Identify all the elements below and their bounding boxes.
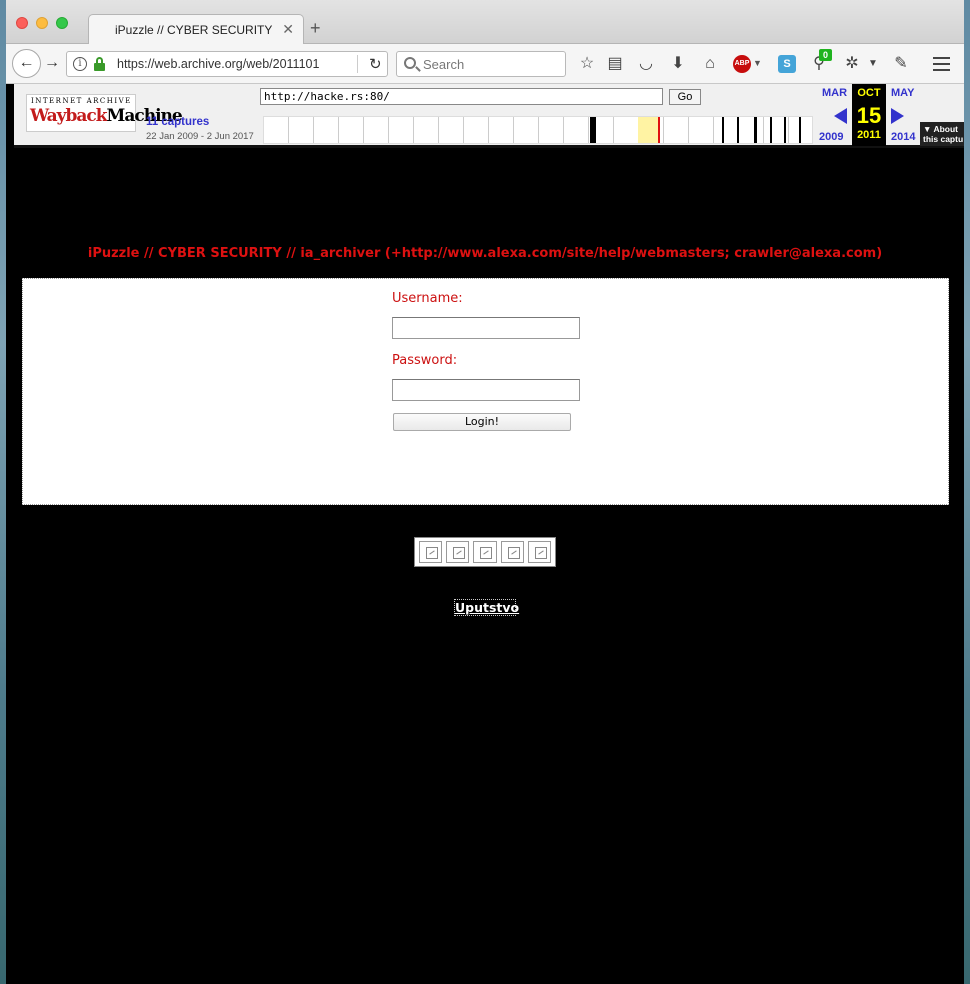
extension-dropdown-icon[interactable]: ▼	[863, 54, 883, 74]
lock-icon	[94, 57, 105, 71]
wayback-toolbar: INTERNET ARCHIVE WaybackMachine 11 captu…	[14, 84, 964, 148]
bookmark-star-icon[interactable]: ☆	[577, 54, 597, 74]
username-label: Username:	[392, 291, 463, 306]
search-icon	[404, 57, 416, 69]
next-year-link[interactable]: 2014	[891, 131, 915, 143]
capture-sparkline[interactable]	[263, 116, 813, 144]
broken-image-icon[interactable]	[527, 541, 552, 563]
home-icon[interactable]: ⌂	[700, 54, 720, 74]
current-capture-date: OCT 15 2011	[852, 84, 886, 146]
reload-icon[interactable]: ↻	[369, 55, 382, 73]
broken-image-icon[interactable]	[419, 541, 443, 563]
help-link[interactable]: Uputstvo	[454, 599, 519, 616]
url-bar[interactable]: i https://web.archive.org/web/2011101 ↻	[66, 51, 388, 77]
capture-date-range: 22 Jan 2009 - 2 Jun 2017	[146, 131, 254, 142]
info-icon[interactable]: i	[73, 57, 87, 71]
new-tab-button[interactable]: +	[310, 19, 321, 37]
back-button[interactable]: ←	[12, 49, 41, 78]
prev-capture-arrow-icon[interactable]	[834, 108, 847, 124]
next-month-link[interactable]: MAY	[891, 87, 914, 99]
forward-button[interactable]: →	[44, 54, 60, 72]
download-icon[interactable]: ⬇	[668, 54, 688, 74]
window-minimize-button[interactable]	[36, 17, 48, 29]
menu-icon[interactable]	[933, 57, 950, 71]
extension-icon[interactable]: ✲	[842, 54, 862, 74]
window-close-button[interactable]	[16, 17, 28, 29]
browser-window: iPuzzle // CYBER SECURITY ✕ + ← → i http…	[6, 0, 964, 984]
username-field[interactable]	[392, 317, 580, 339]
window-maximize-button[interactable]	[56, 17, 68, 29]
reading-list-icon[interactable]: ▤	[605, 54, 625, 74]
login-button[interactable]: Login!	[393, 413, 571, 431]
search-placeholder: Search	[423, 57, 465, 72]
url-text[interactable]: https://web.archive.org/web/2011101	[117, 57, 319, 71]
wayback-url-input[interactable]: http://hacke.rs:80/	[260, 88, 663, 105]
search-input[interactable]: Search	[396, 51, 566, 77]
broken-image-icon[interactable]	[446, 541, 470, 563]
tab-active[interactable]: iPuzzle // CYBER SECURITY ✕	[88, 14, 304, 45]
eyedropper-icon[interactable]: ✎	[891, 54, 911, 74]
tab-title: iPuzzle // CYBER SECURITY	[115, 23, 273, 37]
next-capture-arrow-icon[interactable]	[891, 108, 904, 124]
pocket-icon[interactable]: ◡	[636, 54, 656, 74]
nav-toolbar: ← → i https://web.archive.org/web/201110…	[6, 44, 964, 84]
about-capture-button[interactable]: ▼ About this captu	[920, 122, 964, 146]
prev-year-link[interactable]: 2009	[819, 131, 843, 143]
password-field[interactable]	[392, 379, 580, 401]
adblock-icon[interactable]: ABP	[733, 55, 751, 73]
wayback-logo[interactable]: INTERNET ARCHIVE WaybackMachine	[26, 94, 183, 132]
login-panel: Username: Password: Login!	[22, 278, 949, 505]
tab-close-icon[interactable]: ✕	[282, 21, 294, 38]
broken-image-icon[interactable]	[500, 541, 524, 563]
wayback-go-button[interactable]: Go	[669, 89, 701, 105]
image-strip	[414, 537, 556, 567]
captures-link[interactable]: 11 captures	[146, 116, 209, 128]
adblock-dropdown-icon[interactable]: ▼	[753, 58, 762, 68]
page-title: iPuzzle // CYBER SECURITY // ia_archiver…	[87, 246, 883, 261]
password-label: Password:	[392, 353, 458, 368]
broken-image-icon[interactable]	[473, 541, 497, 563]
addon-badge: 0	[819, 49, 832, 61]
tab-strip: iPuzzle // CYBER SECURITY ✕ +	[6, 0, 964, 45]
skype-icon[interactable]: S	[778, 55, 796, 73]
prev-month-link[interactable]: MAR	[822, 87, 847, 99]
